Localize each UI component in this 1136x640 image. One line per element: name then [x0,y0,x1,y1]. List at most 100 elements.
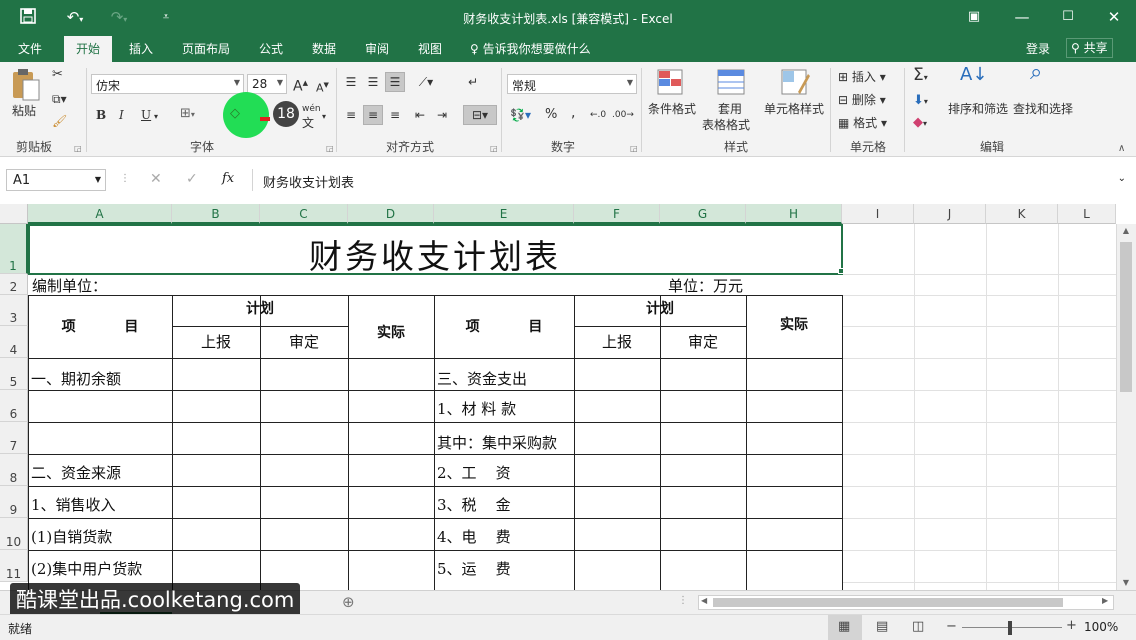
align-right-icon[interactable]: ≡ [385,105,405,125]
number-format-combo[interactable]: 常规 ▼ [507,74,637,94]
column-header-g[interactable]: G [660,204,746,224]
cell-title[interactable]: 财务收支计划表 [28,230,842,278]
zoom-level[interactable]: 100% [1084,620,1118,634]
tab-split-icon[interactable]: ⋮ [678,595,688,606]
cell-h_approve2[interactable]: 审定 [660,331,746,352]
row-header-10[interactable]: 10 [0,518,28,550]
comma-button[interactable]: , [571,106,575,120]
tab-insert[interactable]: 插入 [129,40,153,57]
vertical-scroll-thumb[interactable] [1120,242,1132,392]
cell-h_report1[interactable]: 上报 [172,331,260,352]
maximize-icon[interactable]: ☐ [1056,8,1080,26]
expand-formula-icon[interactable]: ⌄ [1118,173,1126,184]
cell-a10[interactable]: (1)自销货款 [31,526,112,547]
row-header-11[interactable]: 11 [0,550,28,582]
autosum-icon[interactable]: Σ▾ [913,67,928,85]
align-center-icon[interactable]: ≡ [363,105,383,125]
normal-view-icon[interactable]: ▦ [838,619,850,634]
tab-file[interactable]: 文件 [18,40,42,57]
clear-icon[interactable]: ◆▾ [913,116,927,131]
decrease-indent-icon[interactable]: ⇤ [410,105,430,125]
font-name-combo[interactable]: 仿宋 ▼ [91,74,244,94]
cell-h_plan1[interactable]: 计划 [172,298,348,318]
orientation-icon[interactable]: ⟋▾ [412,72,440,92]
copy-icon[interactable]: ⧉▾ [52,92,67,106]
currency-icon[interactable]: 💱▾ [510,108,531,122]
cell-h_item1[interactable]: 项 目 [28,316,172,336]
chevron-down-icon[interactable]: ▼ [1119,578,1133,587]
font-color-button[interactable]: 18 [273,101,299,127]
column-header-h[interactable]: H [746,204,842,224]
align-middle-icon[interactable]: ☰ [363,72,383,92]
zoom-out-icon[interactable]: − [946,619,957,634]
bold-button[interactable]: B [96,108,106,122]
font-size-combo[interactable]: 28 ▼ [247,74,287,94]
cell-h_plan2[interactable]: 计划 [574,298,746,318]
merge-center-icon[interactable]: ⊟▾ [463,105,497,125]
increase-decimal-icon[interactable]: ←.0 [590,108,606,122]
shrink-font-icon[interactable]: A▼ [316,78,329,96]
tab-home[interactable]: 开始 [64,36,113,62]
column-header-f[interactable]: F [574,204,660,224]
row-header-3[interactable]: 3 [0,295,28,326]
italic-button[interactable]: I [119,108,124,122]
cell-h_actual1[interactable]: 实际 [348,322,434,342]
phonetic-icon[interactable]: wén 文 [302,102,321,132]
row-header-8[interactable]: 8 [0,454,28,486]
format-table-label2[interactable]: 表格格式 [702,118,750,132]
fill-icon[interactable]: ⬇▾ [913,94,928,109]
font-launcher-icon[interactable]: ◲ [326,142,334,156]
column-header-a[interactable]: A [28,204,172,224]
alignment-launcher-icon[interactable]: ◲ [490,142,498,156]
row-header-2[interactable]: 2 [0,274,28,295]
borders-icon[interactable]: ⊞▾ [180,107,195,122]
cell-styles-label[interactable]: 单元格样式 [764,102,824,116]
zoom-slider-thumb[interactable] [1008,621,1012,635]
cell-a11[interactable]: (2)集中用户货款 [31,558,142,579]
row-header-9[interactable]: 9 [0,486,28,518]
column-header-i[interactable]: I [842,204,914,224]
row-header-7[interactable]: 7 [0,422,28,454]
cell-h_actual2[interactable]: 实际 [746,314,842,334]
tab-formulas[interactable]: 公式 [259,40,283,57]
sort-filter-icon[interactable]: A↓ [960,66,987,84]
column-header-c[interactable]: C [260,204,348,224]
zoom-in-icon[interactable]: + [1066,618,1077,633]
cell-e10[interactable]: 4、电 费 [437,526,511,547]
cell-h_approve1[interactable]: 审定 [260,331,348,352]
chevron-down-icon[interactable]: ▾ [154,110,158,124]
name-box[interactable]: A1 ▼ [6,169,106,191]
decrease-decimal-icon[interactable]: .00→ [612,108,634,122]
paste-label[interactable]: 粘贴 [12,104,36,118]
horizontal-scroll-thumb[interactable] [713,598,1063,607]
search-icon[interactable]: ⌕ [1030,62,1042,84]
tab-data[interactable]: 数据 [312,40,336,57]
chevron-right-icon[interactable]: ▶ [1102,596,1108,605]
cancel-icon[interactable]: ✕ [150,171,162,187]
format-painter-icon[interactable]: 🖌 [52,114,67,128]
zoom-slider-track[interactable] [962,627,1062,628]
close-icon[interactable]: ✕ [1102,8,1126,26]
tab-review[interactable]: 审阅 [365,40,389,57]
cut-icon[interactable]: ✂ [52,68,63,82]
conditional-format-icon[interactable] [656,68,688,98]
cell-e8[interactable]: 2、工 资 [437,462,511,483]
fill-color-icon[interactable]: ◇ [230,107,240,121]
page-break-view-icon[interactable]: ◫ [912,619,924,634]
align-top-icon[interactable]: ☰ [341,72,361,92]
add-sheet-icon[interactable]: ⊕ [342,593,355,611]
column-header-d[interactable]: D [348,204,434,224]
row-header-4[interactable]: 4 [0,326,28,358]
find-select-label[interactable]: 查找和选择 [1013,102,1073,116]
chevron-down-icon[interactable]: ▾ [322,110,326,124]
column-header-e[interactable]: E [434,204,574,224]
delete-cells-button[interactable]: ⊟ 删除 ▾ [838,93,886,107]
insert-cells-button[interactable]: ⊞ 插入 ▾ [838,70,886,84]
percent-button[interactable]: % [545,108,557,122]
vertical-scrollbar[interactable]: ▲ ▼ [1116,224,1136,590]
cell-e7[interactable]: 其中：集中采购款 [437,432,557,453]
row-header-6[interactable]: 6 [0,390,28,422]
align-bottom-icon[interactable]: ☰ [385,72,405,92]
cell-unit_left[interactable]: 编制单位： [32,275,107,296]
insert-function-icon[interactable]: fx [222,171,234,186]
